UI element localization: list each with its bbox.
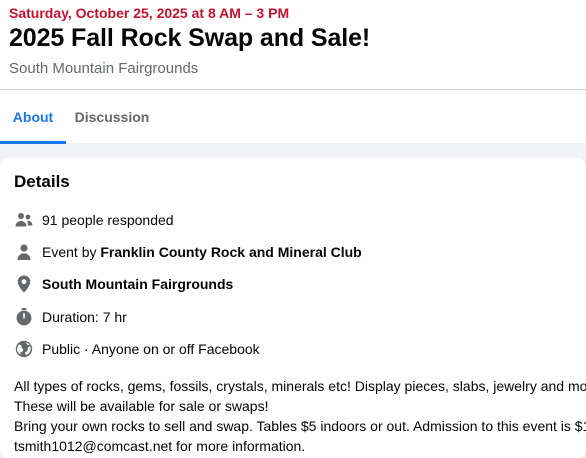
responded-text: 91 people responded: [42, 212, 174, 228]
description-line: All types of rocks, gems, fossils, cryst…: [14, 378, 586, 394]
organizer-link[interactable]: Franklin County Rock and Mineral Club: [100, 244, 361, 260]
event-header: Saturday, October 25, 2025 at 8 AM – 3 P…: [0, 0, 586, 144]
details-heading: Details: [14, 172, 70, 191]
venue-link[interactable]: South Mountain Fairgrounds: [42, 276, 233, 292]
organizer-text: Event by Franklin County Rock and Minera…: [42, 244, 362, 260]
event-location[interactable]: South Mountain Fairgrounds: [9, 60, 198, 77]
privacy-text: Public · Anyone on or off Facebook: [42, 341, 260, 357]
event-title: 2025 Fall Rock Swap and Sale!: [9, 24, 371, 52]
organizer-row: Event by Franklin County Rock and Minera…: [14, 241, 574, 263]
venue-row: South Mountain Fairgrounds: [14, 273, 574, 295]
duration-row: Duration: 7 hr: [14, 306, 574, 328]
tab-about[interactable]: About: [0, 90, 66, 144]
location-pin-icon: [14, 274, 34, 294]
globe-icon: [14, 339, 34, 359]
description-line: Bring your own rocks to sell and swap. T…: [14, 418, 586, 434]
event-date: Saturday, October 25, 2025 at 8 AM – 3 P…: [9, 5, 290, 21]
tab-discussion[interactable]: Discussion: [66, 90, 158, 144]
people-icon: [14, 210, 34, 230]
venue-text: South Mountain Fairgrounds: [42, 276, 233, 292]
event-description: All types of rocks, gems, fossils, cryst…: [14, 376, 586, 456]
description-line: These will be available for sale or swap…: [14, 398, 269, 414]
privacy-row: Public · Anyone on or off Facebook: [14, 338, 574, 360]
stopwatch-icon: [14, 307, 34, 327]
tab-about-label: About: [12, 109, 54, 125]
responded-row: 91 people responded: [14, 209, 574, 231]
event-by-label: Event by: [42, 244, 101, 260]
details-card: Details 91 people responded Event by Fra…: [0, 158, 586, 458]
tab-discussion-label: Discussion: [74, 109, 150, 125]
duration-text: Duration: 7 hr: [42, 309, 127, 325]
person-icon: [14, 242, 34, 262]
active-tab-indicator: [0, 141, 66, 144]
description-line: tsmith1012@comcast.net for more informat…: [14, 438, 306, 454]
